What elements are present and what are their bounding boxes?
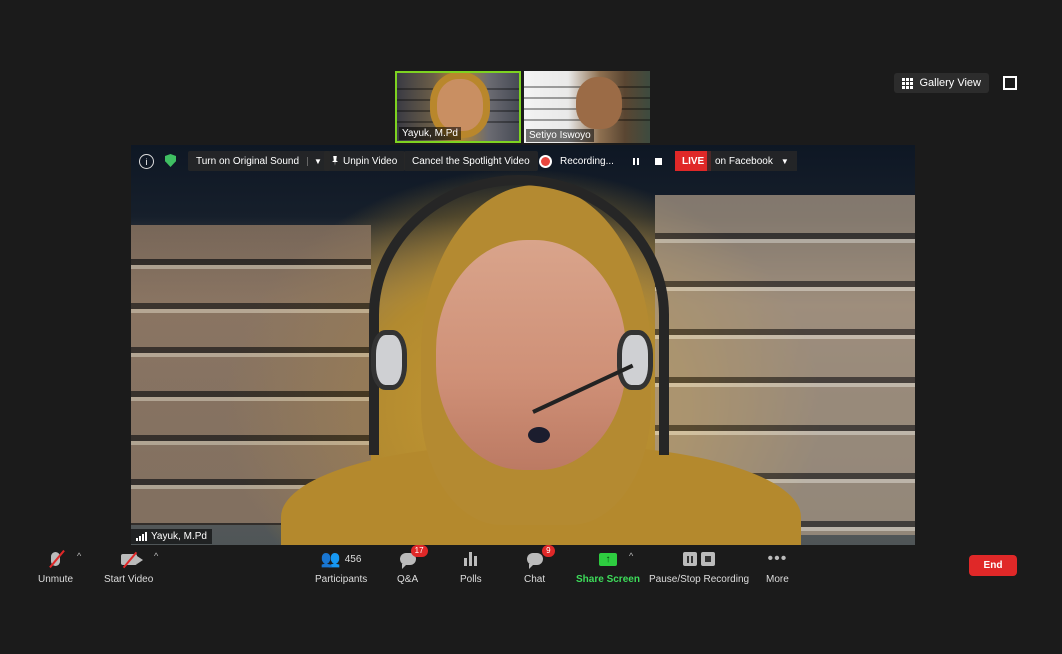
chat-icon [526, 553, 543, 569]
participant-face [576, 77, 622, 129]
record-dot-icon [541, 156, 550, 166]
more-label: More [766, 574, 789, 585]
mic-head [528, 427, 550, 443]
speaker-name-tag: Yayuk, M.Pd [131, 529, 212, 544]
audio-options-chevron-icon[interactable]: ^ [77, 551, 81, 561]
unmute-button[interactable]: Unmute [38, 549, 73, 585]
original-sound-button[interactable]: Turn on Original Sound ▼ [188, 151, 330, 171]
thumbnail-name: Yayuk, M.Pd [399, 127, 461, 140]
cancel-spotlight-label: Cancel the Spotlight Video [412, 155, 530, 167]
video-toolbar: i Turn on Original Sound ▼ Unpin Video C… [131, 151, 915, 171]
headset-ear-left [371, 330, 407, 390]
info-icon[interactable]: i [139, 154, 154, 169]
grid-icon [902, 77, 914, 89]
polls-label: Polls [460, 574, 482, 585]
share-screen-icon: ↑ [598, 552, 617, 566]
main-video [131, 145, 915, 545]
pin-icon [332, 156, 338, 166]
view-controls: Gallery View [894, 73, 1017, 93]
pause-recording-icon[interactable] [633, 151, 639, 171]
start-video-button[interactable]: Start Video [104, 549, 153, 585]
original-sound-label: Turn on Original Sound [196, 155, 300, 167]
share-screen-label: Share Screen [576, 574, 640, 585]
qa-button[interactable]: 17 Q&A [397, 545, 428, 585]
headset-ear-right [617, 330, 653, 390]
polls-button[interactable]: Polls [460, 549, 482, 585]
participants-count: 456 [344, 553, 362, 565]
shield-icon[interactable] [165, 154, 176, 167]
pause-stop-icon [683, 552, 716, 566]
live-target-dropdown[interactable]: on Facebook ▼ [707, 151, 797, 171]
chat-button[interactable]: 9 Chat [524, 545, 555, 585]
end-meeting-button[interactable]: End [969, 555, 1017, 576]
participants-button[interactable]: 👥 456 Participants [315, 549, 367, 585]
chevron-down-icon[interactable]: ▼ [307, 156, 322, 166]
thumbnail-yayuk[interactable]: Yayuk, M.Pd [395, 71, 521, 143]
unpin-label: Unpin Video [343, 155, 398, 167]
pause-stop-recording-button[interactable]: Pause/Stop Recording [649, 549, 749, 585]
share-options-chevron-icon[interactable]: ^ [629, 551, 633, 561]
live-target-label: on Facebook [715, 155, 773, 167]
qa-badge: 17 [410, 545, 428, 557]
live-badge[interactable]: LIVE [675, 151, 712, 171]
video-options-chevron-icon[interactable]: ^ [154, 551, 158, 561]
more-button[interactable]: ••• More [766, 549, 789, 586]
participants-icon: 👥 [320, 551, 341, 568]
more-dots-icon: ••• [767, 550, 788, 567]
fullscreen-icon[interactable] [1003, 76, 1017, 90]
stop-recording-icon[interactable] [655, 151, 662, 171]
speaker-name: Yayuk, M.Pd [151, 531, 207, 542]
participants-label: Participants [315, 574, 368, 585]
chat-badge: 9 [542, 545, 555, 557]
participant-face [437, 79, 483, 131]
headset-icon [369, 175, 669, 455]
unpin-video-button[interactable]: Unpin Video [324, 151, 406, 171]
microphone-muted-icon [48, 549, 65, 569]
camera-off-icon [120, 551, 143, 568]
polls-icon [464, 552, 478, 566]
start-video-label: Start Video [104, 574, 154, 585]
pause-stop-label: Pause/Stop Recording [649, 574, 750, 585]
thumbnail-name: Setiyo Iswoyo [526, 129, 594, 142]
chat-label: Chat [524, 574, 546, 585]
recording-indicator: Recording... [541, 151, 614, 171]
recording-label: Recording... [560, 155, 614, 167]
gallery-view-button[interactable]: Gallery View [894, 73, 989, 93]
qa-label: Q&A [397, 574, 419, 585]
unmute-label: Unmute [38, 574, 74, 585]
gallery-view-label: Gallery View [919, 77, 981, 89]
chevron-down-icon: ▼ [780, 156, 789, 166]
cancel-spotlight-button[interactable]: Cancel the Spotlight Video [404, 151, 538, 171]
thumbnail-setiyo[interactable]: Setiyo Iswoyo [524, 71, 650, 143]
signal-icon [136, 532, 147, 541]
